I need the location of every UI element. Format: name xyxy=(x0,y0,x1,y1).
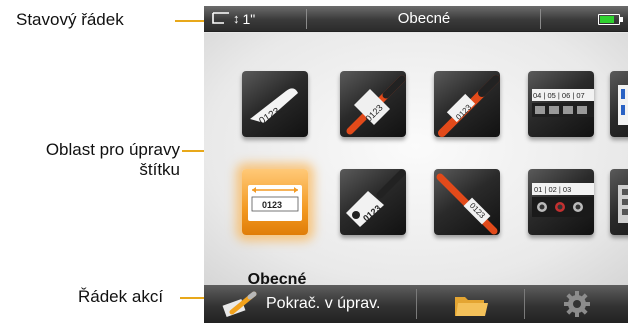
continue-editing-label: Pokrač. v úprav. xyxy=(266,295,381,312)
general-tile[interactable]: 0123 xyxy=(242,169,308,235)
edit-area-callout-line1: Oblast pro úpravy xyxy=(45,140,180,159)
settings-button[interactable] xyxy=(525,285,628,323)
gear-icon xyxy=(563,290,591,323)
punch-down-tile[interactable] xyxy=(610,71,628,137)
status-bar-callout: Stavový řádek xyxy=(16,10,124,29)
edit-pencil-icon xyxy=(220,290,258,323)
device-screen: ↕ 1" Obecné 0123... 0123 0123 04 | 05 | … xyxy=(204,6,628,323)
patch-panel-text: 04 | 05 | 06 | 07 xyxy=(533,91,585,100)
edit-area-callout: Oblast pro úpravy štítku xyxy=(12,140,180,180)
label-icon xyxy=(212,9,230,29)
continue-editing-button[interactable]: Pokrač. v úprav. xyxy=(204,285,414,323)
terminal-block-text: 01 | 02 | 03 xyxy=(534,185,571,194)
label-width-text: 1" xyxy=(242,11,256,27)
label-edit-area: 0123... 0123 0123 04 | 05 | 06 | 07 0123… xyxy=(204,33,628,288)
status-bar-title: Obecné xyxy=(397,10,451,27)
action-bar: Pokrač. v úprav. xyxy=(204,285,628,323)
battery-icon xyxy=(598,14,623,25)
flag-wrap-tile[interactable]: 0123 xyxy=(340,71,406,137)
patch-panel-tile[interactable]: 04 | 05 | 06 | 07 xyxy=(528,71,594,137)
edit-area-callout-line2: štítku xyxy=(139,160,180,179)
status-bar: ↕ 1" Obecné xyxy=(204,6,628,32)
action-bar-callout: Řádek akcí xyxy=(78,287,164,306)
open-folder-button[interactable] xyxy=(417,285,523,323)
folder-icon xyxy=(453,291,489,323)
cable-wrap-tile[interactable]: 0123 xyxy=(434,71,500,137)
general-tile-text: 0123 xyxy=(262,200,282,210)
flag-label-tile[interactable]: 0123... xyxy=(242,71,308,137)
height-arrows-icon: ↕ xyxy=(233,11,240,26)
battery-level xyxy=(600,16,615,23)
label-size-indicator: ↕ 1" xyxy=(212,9,255,29)
heat-shrink-tile[interactable]: 0123 xyxy=(434,169,500,235)
flag-tag-tile[interactable]: 0123 xyxy=(340,169,406,235)
module-tile[interactable] xyxy=(610,169,628,235)
terminal-block-tile[interactable]: 01 | 02 | 03 xyxy=(528,169,594,235)
